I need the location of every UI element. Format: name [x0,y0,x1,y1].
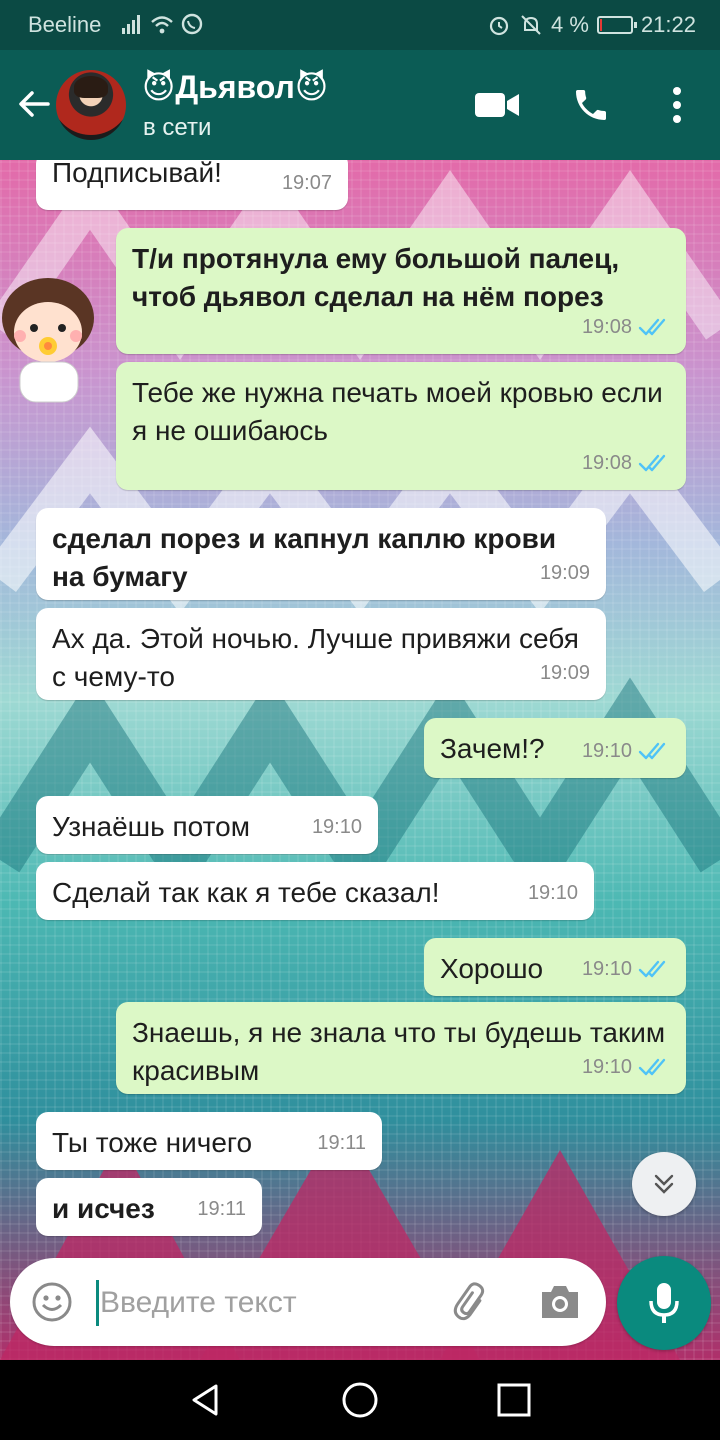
outgoing-message[interactable]: Знаешь, я не знала что ты будешь таким к… [116,1002,686,1094]
double-check-icon [638,1058,666,1076]
message-timestamp: 19:11 [197,1198,246,1220]
outgoing-message[interactable]: Тебе же нужна печать моей кровью если я … [116,362,686,490]
mute-bell-icon [521,15,541,35]
camera-icon[interactable] [538,1282,582,1322]
message-timestamp: 19:10 [581,740,632,762]
message-input[interactable] [100,1278,430,1328]
message-time: 19:09 [540,654,590,692]
emoji-icon[interactable] [30,1280,74,1324]
signal-wifi-icons [122,12,208,44]
back-arrow-icon[interactable] [14,84,54,124]
double-check-icon [638,318,666,336]
home-circle-icon[interactable] [340,1380,380,1420]
message-time: 19:07 [282,164,332,202]
status-right: 4 % 21:22 [487,12,696,38]
message-text: сделал порез и капнул каплю крови на бум… [52,523,557,592]
battery-icon [596,16,637,34]
video-camera-icon [475,93,519,117]
incoming-message[interactable]: Ах да. Этой ночью. Лучше привяжи себя с … [36,608,606,700]
outgoing-message[interactable]: Зачем!? 19:10 [424,718,686,778]
message-time: 19:09 [540,554,590,592]
outgoing-message[interactable]: Хорошо 19:10 [424,938,686,996]
message-time: 19:08 [582,444,670,482]
message-timestamp: 19:08 [581,452,632,474]
message-timestamp: 19:11 [317,1132,366,1154]
recents-square-icon[interactable] [494,1380,534,1420]
microphone-icon [649,1283,679,1323]
message-composer [10,1258,606,1346]
message-timestamp: 19:10 [581,958,632,980]
voice-message-button[interactable] [617,1256,711,1350]
message-timestamp: 19:09 [539,562,590,584]
incoming-message[interactable]: Узнаёшь потом 19:10 [36,796,378,854]
incoming-message[interactable]: сделал порез и капнул каплю крови на бум… [36,508,606,600]
chat-header: 😈Дьявол😈 в сети [0,50,720,160]
message-time: 19:11 [317,1124,366,1162]
phone-icon [576,90,606,120]
kebab-menu-icon [673,87,681,123]
message-time: 19:10 [582,950,670,988]
incoming-message[interactable]: Сделай так как я тебе сказал! 19:10 [36,862,594,920]
message-timestamp: 19:10 [527,882,578,904]
text-caret [96,1280,99,1326]
alarm-icon [489,16,509,36]
more-options-button[interactable] [652,80,702,130]
contact-avatar[interactable] [56,70,126,140]
video-call-button[interactable] [472,80,522,130]
double-check-icon [638,454,666,472]
message-timestamp: 19:10 [311,816,362,838]
outgoing-message[interactable]: Т/и протянула ему большой палец, чтоб дь… [116,228,686,354]
carrier-name: Beeline [28,12,102,37]
message-text: Сделай так как я тебе сказал! [52,877,440,908]
message-timestamp: 19:07 [281,172,332,194]
message-time: 19:11 [197,1190,246,1228]
system-nav-bar [0,1360,720,1440]
back-triangle-icon[interactable] [186,1380,226,1420]
incoming-message[interactable]: Подписывай! 19:07 [36,160,348,210]
message-timestamp: 19:09 [539,662,590,684]
double-chevron-down-icon [654,1174,674,1194]
message-text: Тебе же нужна печать моей кровью если я … [132,377,663,446]
double-check-icon [638,960,666,978]
voice-call-button[interactable] [566,80,616,130]
status-bar: Beeline 4 % 21:22 [0,0,720,50]
message-timestamp: 19:08 [581,316,632,338]
contact-name[interactable]: 😈Дьявол😈 [142,68,328,106]
message-text: Т/и протянула ему большой палец, чтоб дь… [132,243,620,312]
double-check-icon [638,742,666,760]
scroll-to-bottom-button[interactable] [632,1152,696,1216]
incoming-message[interactable]: и исчез 19:11 [36,1178,262,1236]
message-time: 19:10 [312,808,362,846]
battery-percent: 4 % [551,12,589,37]
message-time: 19:10 [582,732,670,770]
message-text: Ах да. Этой ночью. Лучше привяжи себя с … [52,623,579,692]
incoming-message[interactable]: Ты тоже ничего 19:11 [36,1112,382,1170]
chat-area[interactable]: Подписывай! 19:07 Т/и протянула ему большо… [0,160,720,1360]
clock: 21:22 [640,12,696,37]
attach-icon[interactable] [450,1280,494,1324]
message-time: 19:08 [582,308,670,346]
message-time: 19:10 [528,874,578,912]
message-timestamp: 19:10 [581,1056,632,1078]
contact-status: в сети [143,114,212,141]
chibi-sticker [2,278,94,403]
message-time: 19:10 [582,1048,670,1086]
